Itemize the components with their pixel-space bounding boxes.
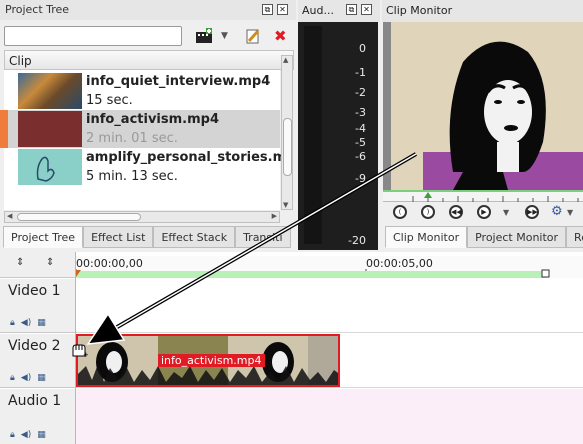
svg-text:+: + xyxy=(83,351,88,358)
drag-cursor-icon: + xyxy=(70,342,89,359)
drag-arrow-overlay xyxy=(86,152,418,345)
